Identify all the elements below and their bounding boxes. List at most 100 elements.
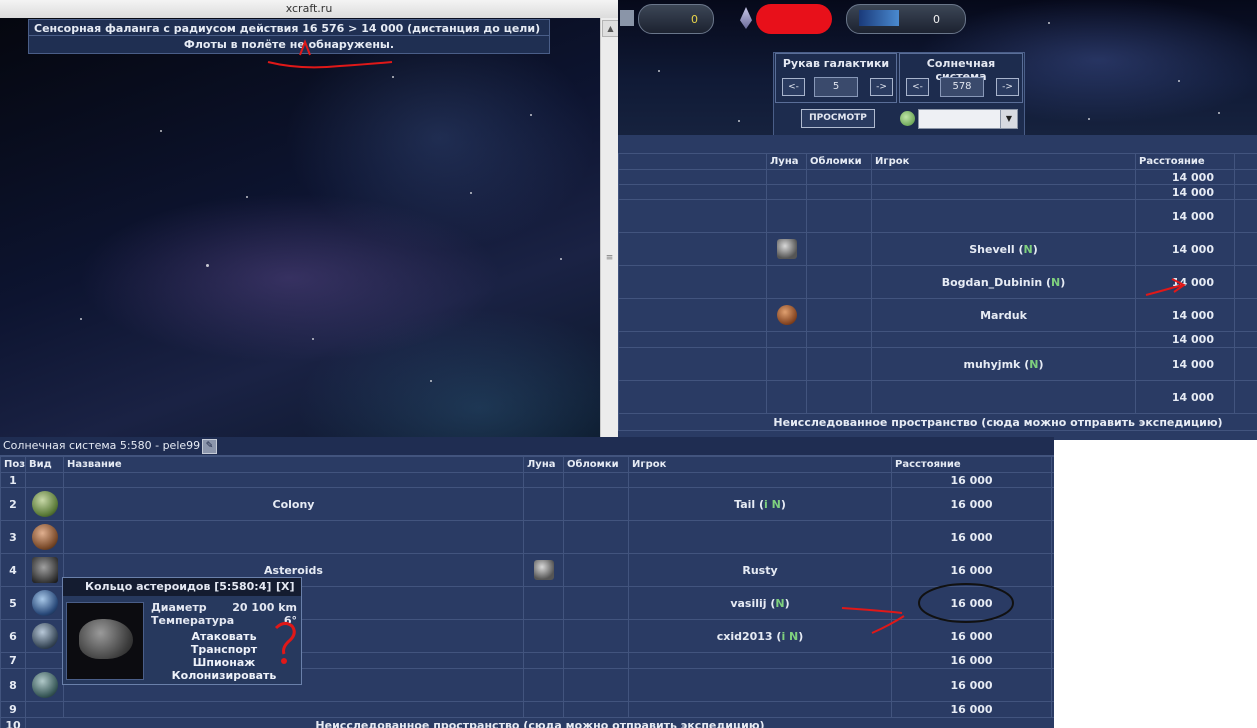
moon-icon[interactable] — [776, 305, 797, 325]
distance-value: 14 000 — [1135, 169, 1235, 185]
status-tag: N — [1029, 357, 1039, 371]
moon-icon[interactable] — [533, 560, 554, 580]
planet-name[interactable] — [63, 701, 524, 718]
distance-value: 14 000 — [1135, 331, 1235, 348]
planet-thumbnail[interactable] — [31, 491, 58, 517]
player-name[interactable] — [628, 520, 892, 554]
distance-value: 14 000 — [1135, 199, 1235, 233]
popup-scrollbar[interactable]: ▲ ≡ — [600, 18, 619, 440]
player-name[interactable]: muhyjmk (N) — [871, 347, 1136, 381]
planet-name[interactable] — [63, 520, 524, 554]
crystal-icon — [740, 7, 752, 29]
view-button[interactable]: ПРОСМОТР — [801, 109, 875, 128]
galaxy-label: Рукав галактики — [782, 57, 890, 70]
planet-thumbnail[interactable] — [31, 590, 58, 616]
position-number: 9 — [0, 701, 26, 718]
attack-link[interactable]: Атаковать — [149, 630, 299, 643]
player-name[interactable] — [871, 380, 1136, 414]
galaxy-view-panel: 0 0 Рукав галактики <- 5 -> Солнечная си… — [618, 0, 1257, 440]
position-number: 6 — [0, 619, 26, 653]
planet-tooltip: Кольцо астероидов [5:580:4] [X] Диаметр … — [62, 577, 302, 685]
player-name[interactable]: vasilij (N) — [628, 586, 892, 620]
edit-icon[interactable]: ✎ — [202, 439, 217, 454]
player-header: Игрок — [628, 456, 892, 473]
position-number: 4 — [0, 553, 26, 587]
system-number-input[interactable]: 578 — [940, 77, 984, 97]
distance-header: Расстояние — [1135, 153, 1235, 170]
distance-value: 16 000 — [891, 520, 1052, 554]
player-name[interactable]: Marduk — [871, 298, 1136, 332]
planet-thumbnail[interactable] — [31, 524, 58, 550]
distance-value: 16 000 — [891, 652, 1052, 669]
moon-icon[interactable] — [776, 239, 797, 259]
pos-header: Поз — [0, 456, 26, 473]
position-number: 1 — [0, 472, 26, 488]
espionage-link[interactable]: Шпионаж — [149, 656, 299, 669]
fleets-status-text: Флоты в полёте не обнаружены. — [183, 38, 395, 51]
phalanx-report-box: Сенсорная фаланга с радиусом действия 16… — [28, 19, 550, 54]
player-name[interactable]: Shevell (N) — [871, 232, 1136, 266]
distance-value: 14 000 — [1135, 265, 1235, 299]
status-tag: i N — [781, 629, 799, 643]
table-row: muhyjmk (N) 14 000 — [618, 347, 1257, 381]
planet-name[interactable] — [63, 472, 524, 488]
system-prev-button[interactable]: <- — [906, 78, 929, 96]
player-name[interactable] — [871, 184, 1136, 200]
distance-header: Расстояние — [891, 456, 1052, 473]
status-tag: i N — [764, 497, 781, 511]
player-name[interactable] — [871, 331, 1136, 348]
player-name[interactable]: Rusty — [628, 553, 892, 587]
galaxy-prev-button[interactable]: <- — [782, 78, 805, 96]
asteroid-thumbnail[interactable] — [31, 557, 58, 583]
moon-header: Луна — [523, 456, 564, 473]
colonize-link[interactable]: Колонизировать — [149, 669, 299, 682]
asteroid-image — [66, 602, 144, 680]
player-name[interactable] — [628, 668, 892, 702]
player-name[interactable]: cxid2013 (i N) — [628, 619, 892, 653]
scrollbar-grip[interactable]: ≡ — [604, 252, 615, 264]
distance-value: 16 000 — [891, 619, 1052, 653]
player-name[interactable]: Bogdan_Dubinin (N) — [871, 265, 1136, 299]
distance-value: 16 000 — [891, 586, 1052, 620]
position-number: 3 — [0, 520, 26, 554]
table-row: 9 16 000 — [0, 701, 1054, 718]
player-name[interactable] — [628, 472, 892, 488]
close-icon[interactable]: [X] — [276, 578, 295, 596]
diameter-value: 20 100 km — [232, 601, 297, 614]
position-number: 2 — [0, 487, 26, 521]
scroll-up-button[interactable]: ▲ — [602, 20, 619, 37]
debris-header: Обломки — [806, 153, 872, 170]
system-title: Солнечная система 5:580 - pele99 — [0, 437, 1054, 456]
galaxy-dropdown[interactable]: ▼ — [918, 109, 1018, 129]
galaxy-rows-table: Луна Обломки Игрок Расстояние 14 000 14 … — [618, 153, 1257, 431]
resource-slot-1: 0 — [638, 4, 714, 34]
table-row: Shevell (N) 14 000 — [618, 232, 1257, 266]
distance-value: 16 000 — [891, 472, 1052, 488]
diameter-label: Диаметр — [151, 601, 207, 614]
galaxy-next-button[interactable]: -> — [870, 78, 893, 96]
expedition-row[interactable]: Неисследованное пространство (сюда можно… — [25, 717, 1054, 728]
distance-value: 14 000 — [1135, 232, 1235, 266]
planet-thumbnail[interactable] — [31, 672, 58, 698]
system-next-button[interactable]: -> — [996, 78, 1019, 96]
status-tag: N — [1051, 275, 1061, 289]
player-name[interactable] — [871, 199, 1136, 233]
menu-icon[interactable] — [620, 10, 634, 26]
player-name[interactable] — [628, 701, 892, 718]
transport-link[interactable]: Транспорт — [149, 643, 299, 656]
player-name[interactable]: Tail (i N) — [628, 487, 892, 521]
table-row: 14 000 — [618, 331, 1257, 348]
planet-name[interactable]: Colony — [63, 487, 524, 521]
table-row: 14 000 — [618, 184, 1257, 200]
status-tag: N — [775, 596, 785, 610]
planet-thumbnail[interactable] — [31, 623, 58, 649]
player-name[interactable] — [871, 169, 1136, 185]
tooltip-title: Кольцо астероидов [5:580:4] — [85, 580, 272, 593]
jump-icon[interactable] — [900, 111, 915, 126]
galaxy-number-input[interactable]: 5 — [814, 77, 858, 97]
distance-value: 16 000 — [891, 701, 1052, 718]
player-name[interactable] — [628, 652, 892, 669]
chevron-down-icon[interactable]: ▼ — [1000, 110, 1017, 128]
expedition-row[interactable]: Неисследованное пространство (сюда можно… — [618, 413, 1257, 431]
table-row: Bogdan_Dubinin (N) 14 000 — [618, 265, 1257, 299]
